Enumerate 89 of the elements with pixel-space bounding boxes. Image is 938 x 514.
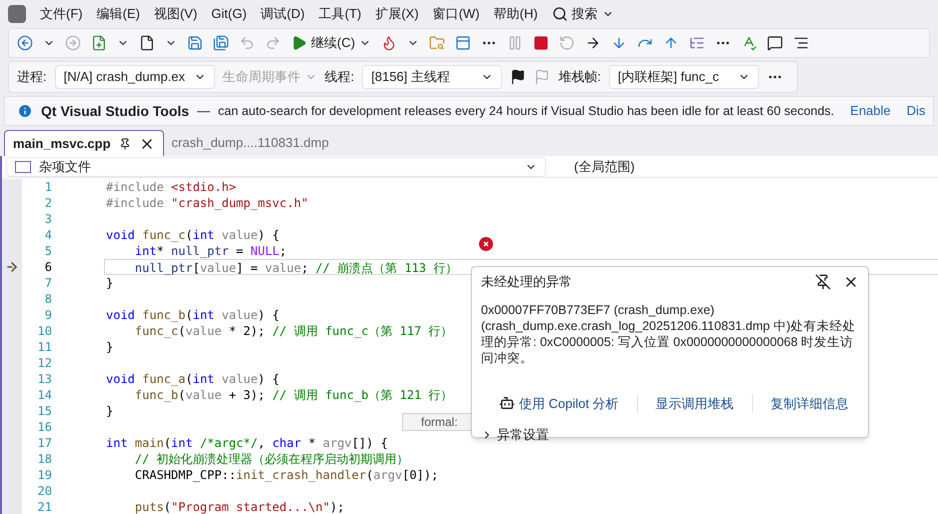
code-line: int main(int /*argc*/, char * argv[]) { (106, 436, 388, 450)
menu-item[interactable]: 扩展(X) (375, 4, 419, 24)
menu-item[interactable]: 窗口(W) (432, 4, 480, 24)
indent-icon[interactable] (793, 35, 810, 51)
save-all-icon[interactable] (213, 35, 229, 51)
menu-item[interactable]: 帮助(H) (494, 4, 538, 24)
unpin-icon[interactable] (815, 274, 831, 290)
line-number: 1 (44, 179, 52, 195)
exception-message: 0x00007FF70B773EF7 (crash_dump.exe) (crash_dump.exe.crash_log_20251206.110831.dmp 中)处有未经处理的异常: 0xC0000005: 写入位置 0x0000000000000068 时发生访问冲突。 (481, 302, 856, 366)
exception-action-link[interactable]: 复制详细信息 (752, 394, 867, 413)
error-marker-icon (479, 237, 493, 251)
code-line: // 初始化崩溃处理器（必须在程序启动初期调用） (134, 452, 409, 466)
line-number: 19 (36, 467, 52, 483)
search-menu[interactable]: 搜索 (552, 4, 614, 24)
file-tab[interactable]: crash_dump....110831.dmp (164, 130, 337, 156)
search-icon (552, 6, 568, 22)
line-number: 13 (36, 371, 52, 387)
code-line: } (106, 340, 114, 354)
back-icon[interactable] (17, 35, 33, 51)
thread-label: 线程: (324, 68, 354, 86)
file-icon[interactable] (139, 35, 155, 51)
line-number: 14 (36, 387, 52, 403)
stack-frame-label: 堆栈帧: (558, 68, 601, 86)
member-dropdown[interactable]: (全局范围) (566, 156, 643, 176)
info-dash: — (197, 102, 210, 120)
code-line: func_b(value + 3); // 调用 func_b（第 121 行） (134, 388, 453, 402)
code-line: CRASHDMP_CPP::init_crash_handler(argv[0]); (134, 468, 438, 482)
robot-icon (499, 395, 515, 412)
line-number: 4 (44, 227, 52, 243)
stop-icon[interactable] (533, 35, 550, 51)
code-line: void func_b(int value) { (106, 308, 280, 322)
code-line: } (106, 276, 114, 290)
code-line: puts("Program started...\n"); (134, 500, 344, 514)
line-number: 12 (36, 355, 52, 371)
info-icon (17, 103, 33, 119)
pin-icon[interactable] (118, 138, 131, 150)
process-label: 进程: (17, 68, 47, 86)
line-number: 16 (36, 419, 52, 435)
line-number: 9 (44, 307, 52, 323)
menu-item[interactable]: Git(G) (211, 4, 247, 24)
line-number: 15 (36, 403, 52, 419)
info-title: Qt Visual Studio Tools (41, 102, 190, 121)
window-icon[interactable] (455, 35, 472, 51)
scope-dropdown[interactable]: 杂项文件 (6, 156, 546, 176)
new-file-icon[interactable] (91, 35, 107, 51)
line-number: 11 (36, 339, 52, 355)
folder-search-icon[interactable] (429, 35, 446, 51)
restart-icon[interactable] (559, 35, 576, 51)
line-number: 5 (44, 243, 52, 259)
code-line: void func_a(int value) { (106, 372, 280, 386)
line-number: 6 (44, 259, 52, 275)
line-number: 2 (44, 195, 52, 211)
code-line: func_c(value * 2); // 调用 func_c（第 117 行） (134, 324, 453, 338)
info-message: can auto-search for development releases every 24 hours if Visual Studio has been idle for at least 60 seconds. (218, 102, 834, 120)
comment-icon[interactable] (767, 35, 784, 51)
menu-item[interactable]: 文件(F) (40, 4, 83, 24)
project-icon (15, 160, 31, 172)
continue-button[interactable]: 继续(C) (291, 33, 372, 53)
code-line: null_ptr[value] = value; // 崩溃点（第 113 行） (134, 261, 458, 275)
play-icon (291, 35, 307, 51)
line-number: 8 (44, 291, 52, 307)
menu-item[interactable]: 视图(V) (154, 4, 198, 24)
menu-item[interactable]: 调试(D) (260, 4, 305, 24)
code-line: #include <stdio.h> (106, 180, 236, 194)
code-line: int* null_ptr = NULL; (134, 244, 287, 258)
exception-title: 未经处理的异常 (481, 273, 572, 291)
process-dropdown[interactable]: [N/A] crash_dump.ex (54, 65, 215, 89)
line-number: 20 (36, 483, 52, 499)
app-logo-icon (8, 5, 26, 23)
save-icon[interactable] (187, 35, 203, 51)
stack-frame-dropdown[interactable]: [内联框架] func_c (608, 65, 759, 89)
code-line: void func_c(int value) { (106, 228, 280, 242)
line-number: 7 (44, 275, 52, 291)
exception-action-link[interactable]: 使用 Copilot 分析 (481, 394, 637, 413)
line-number: 18 (36, 451, 52, 467)
line-number: 21 (36, 499, 52, 514)
exception-action-link[interactable]: 显示调用堆栈 (636, 394, 752, 413)
info-link[interactable]: Enable (850, 101, 891, 121)
menu-item[interactable]: 编辑(E) (96, 4, 140, 24)
line-number: 3 (44, 211, 52, 227)
line-number: 10 (36, 323, 52, 339)
flag-icon[interactable] (510, 69, 526, 85)
line-number: 17 (36, 435, 52, 451)
menu-item[interactable]: 工具(T) (318, 4, 362, 24)
file-tab[interactable]: main_msvc.cpp (4, 130, 164, 156)
thread-dropdown[interactable]: [8156] 主线程 (362, 65, 502, 89)
code-line: } (106, 404, 114, 418)
info-link[interactable]: Dis (906, 101, 926, 121)
code-line: #include "crash_dump_msvc.h" (106, 196, 308, 210)
